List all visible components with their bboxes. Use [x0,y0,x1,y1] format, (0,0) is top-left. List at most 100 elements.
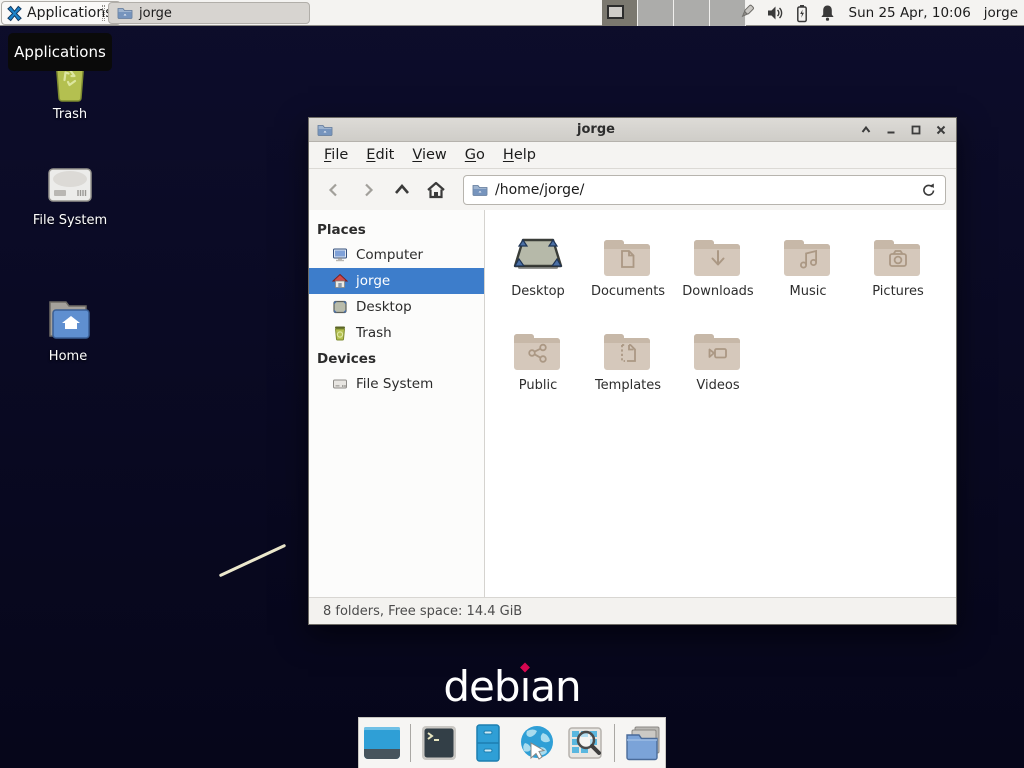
desktop-icon-label: Home [49,349,87,364]
status-text: 8 folders, Free space: 14.4 GiB [323,604,522,619]
path-folder-icon [472,182,488,198]
file-item-templates[interactable]: Templates [583,316,673,410]
sidebar-devices-header: Devices [309,346,484,371]
status-bar: 8 folders, Free space: 14.4 GiB [309,597,956,624]
pictures-folder-icon [872,234,924,278]
workspace-window-preview [607,5,624,19]
xfce-logo-icon [6,5,23,22]
app-finder-button[interactable] [565,722,607,764]
public-folder-icon [512,328,564,372]
web-browser-button[interactable] [516,722,558,764]
forward-button[interactable] [353,175,383,205]
desktop-icon [332,299,348,315]
home-button[interactable] [421,175,451,205]
debian-logo: debıan [0,662,1024,711]
workspace-switcher [602,0,746,26]
tooltip-text: Applications [14,43,106,61]
file-cabinet-button[interactable] [467,722,509,764]
top-panel: Applications jorge Sun 25 Apr, 10:06 jor… [0,0,1024,26]
web-browser-icon [517,723,557,763]
file-item-music[interactable]: Music [763,222,853,316]
shade-button[interactable] [859,123,873,137]
battery-icon[interactable] [794,4,810,23]
sidebar-places-header: Places [309,217,484,242]
file-item-desktop[interactable]: Desktop [493,222,583,316]
documents-folder-icon [602,234,654,278]
folder-button[interactable] [622,722,664,764]
dock-folder-icon [623,723,663,763]
home-icon [332,273,348,289]
sidebar-item-computer[interactable]: Computer [309,242,484,268]
downloads-folder-icon [692,234,744,278]
workspace-3[interactable] [674,0,710,26]
menu-edit[interactable]: Edit [357,144,403,166]
volume-icon[interactable] [766,4,785,22]
sidebar-item-file-system[interactable]: File System [309,371,484,397]
dock-separator [614,724,615,762]
menu-file[interactable]: File [315,144,357,166]
desktop-icon-home[interactable]: Home [20,296,116,364]
file-cabinet-icon [468,723,508,763]
terminal-icon [419,723,459,763]
file-item-videos[interactable]: Videos [673,316,763,410]
taskbar-window-label: jorge [139,6,172,21]
file-manager-window: jorge File Edit View Go Help /home/jorge… [308,117,957,625]
sidebar-item-desktop[interactable]: Desktop [309,294,484,320]
panel-handle[interactable] [102,5,105,21]
minimize-button[interactable] [884,123,898,137]
panel-clock[interactable]: Sun 25 Apr, 10:06 [845,5,971,21]
path-bar[interactable]: /home/jorge/ [463,175,946,205]
desktop-icon-label: Trash [53,107,87,122]
system-tray: Sun 25 Apr, 10:06 jorge [737,0,1019,26]
menu-help[interactable]: Help [494,144,545,166]
marker-icon[interactable] [737,3,757,23]
workspace-2[interactable] [638,0,674,26]
trash-small-icon [332,325,348,341]
window-controls [859,123,948,137]
music-folder-icon [782,234,834,278]
reload-icon[interactable] [921,182,937,198]
menu-go[interactable]: Go [456,144,494,166]
up-button[interactable] [387,175,417,205]
desktop-special-icon [510,232,566,278]
drive-small-icon [332,376,348,392]
drive-icon [44,162,96,208]
show-desktop-button[interactable] [361,722,403,764]
window-folder-icon [317,122,333,138]
app-finder-icon [566,723,606,763]
back-button[interactable] [319,175,349,205]
applications-menu-label: Applications [27,5,113,21]
applications-tooltip: Applications [8,33,112,71]
panel-username[interactable]: jorge [980,5,1018,21]
sidebar: Places Computer jorge Desktop Trash Devi… [309,210,485,597]
file-item-downloads[interactable]: Downloads [673,222,763,316]
toolbar: /home/jorge/ [309,169,956,210]
window-titlebar[interactable]: jorge [309,118,956,142]
terminal-button[interactable] [418,722,460,764]
file-item-documents[interactable]: Documents [583,222,673,316]
show-desktop-icon [362,723,402,763]
dock-separator [410,724,411,762]
computer-icon [332,247,348,263]
desktop-icon-file-system[interactable]: File System [22,162,118,228]
file-grid: Desktop Documents Downloads [485,210,956,597]
menu-view[interactable]: View [403,144,455,166]
close-button[interactable] [934,123,948,137]
templates-folder-icon [602,328,654,372]
notifications-icon[interactable] [819,4,836,22]
sidebar-item-jorge[interactable]: jorge [309,268,484,294]
menu-bar: File Edit View Go Help [309,142,956,169]
file-item-public[interactable]: Public [493,316,583,410]
path-input[interactable]: /home/jorge/ [495,182,914,198]
home-folder-icon [42,296,94,344]
workspace-1[interactable] [602,0,638,26]
desktop-icon-label: File System [33,213,107,228]
dock-panel [358,717,666,768]
videos-folder-icon [692,328,744,372]
maximize-button[interactable] [909,123,923,137]
sidebar-item-trash[interactable]: Trash [309,320,484,346]
window-body: Places Computer jorge Desktop Trash Devi… [309,210,956,597]
taskbar-window-button[interactable]: jorge [108,2,310,24]
file-item-pictures[interactable]: Pictures [853,222,943,316]
window-title: jorge [333,122,859,137]
